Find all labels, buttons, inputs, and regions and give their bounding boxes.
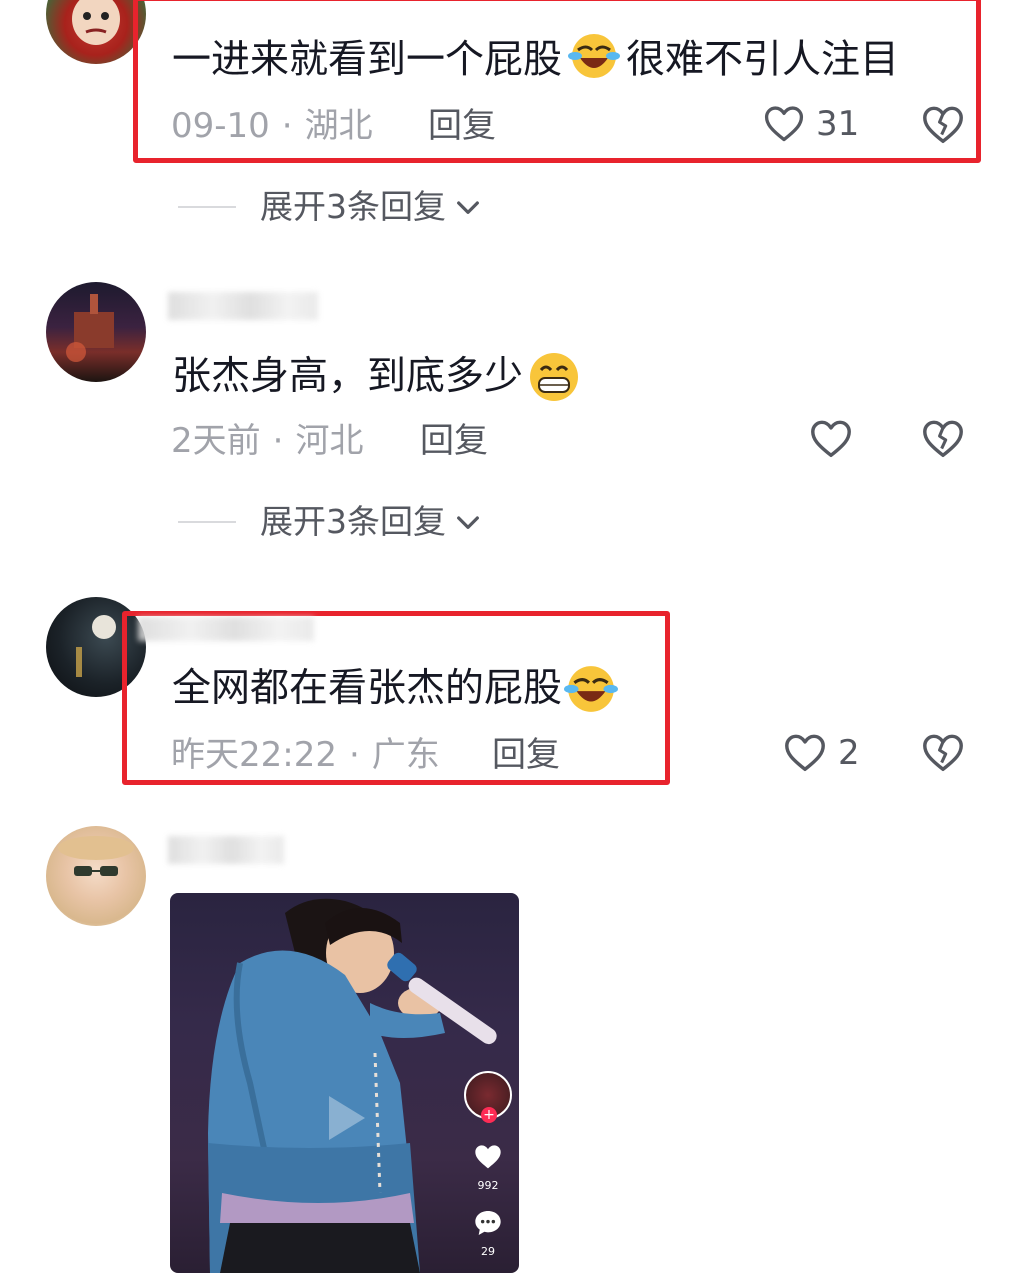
like-button[interactable]: 31 xyxy=(762,102,859,146)
comment-meta: 09-10 · 湖北 xyxy=(171,106,373,146)
reply-button[interactable]: 回复 xyxy=(420,421,488,461)
comment-text: 一进来就看到一个屁股 很难不引人注目 xyxy=(172,32,899,92)
comment-text-part2: 很难不引人注目 xyxy=(626,37,900,83)
heart-outline-icon xyxy=(764,106,804,142)
chevron-down-icon xyxy=(457,516,479,529)
comment-meta: 2天前 · 河北 xyxy=(171,421,364,461)
like-button[interactable] xyxy=(808,416,854,466)
comment-text: 张杰身高，到底多少 xyxy=(172,350,581,404)
dislike-button[interactable] xyxy=(920,102,966,152)
follow-plus-icon[interactable]: + xyxy=(481,1107,497,1123)
username-blurred xyxy=(168,836,284,864)
video-like-count: 992 xyxy=(477,1179,499,1192)
username-blurred xyxy=(168,292,318,320)
avatar[interactable] xyxy=(46,826,146,926)
comment-text-body: 全网都在看张杰的屁股 xyxy=(172,666,563,711)
dislike-button[interactable] xyxy=(920,730,966,780)
like-count: 2 xyxy=(838,733,860,773)
play-icon[interactable] xyxy=(315,1088,375,1152)
avatar-image xyxy=(66,294,114,362)
emoji-laughing-crying-icon xyxy=(568,32,621,92)
heart-outline-icon xyxy=(785,734,825,772)
comment-location: 广东 xyxy=(371,735,440,775)
emoji-laughing-crying-icon xyxy=(564,666,619,712)
heart-outline-icon xyxy=(811,420,851,458)
like-count: 31 xyxy=(816,104,860,144)
video-thumbnail[interactable]: + 992 29 xyxy=(170,893,519,1273)
expand-line xyxy=(178,206,236,208)
broken-heart-icon xyxy=(923,734,963,772)
video-comment-count: 29 xyxy=(481,1245,495,1258)
comment-date: 09-10 xyxy=(171,106,270,146)
broken-heart-icon xyxy=(923,420,963,458)
chevron-down-icon xyxy=(457,201,479,214)
avatar-image xyxy=(58,836,134,876)
avatar-image xyxy=(72,0,120,45)
video-comment-button[interactable]: 29 xyxy=(468,1207,508,1259)
expand-replies[interactable]: 展开3条回复 xyxy=(178,502,484,542)
comment-text-part1: 一进来就看到一个屁股 xyxy=(172,37,563,83)
comment-meta: 昨天22:22 · 广东 xyxy=(171,735,440,775)
expand-replies[interactable]: 展开3条回复 xyxy=(178,187,484,227)
reply-button[interactable]: 回复 xyxy=(492,735,560,775)
like-button[interactable]: 2 xyxy=(782,730,860,776)
avatar[interactable] xyxy=(46,282,146,382)
video-like-button[interactable]: 992 xyxy=(468,1141,508,1193)
dislike-button[interactable] xyxy=(920,416,966,466)
avatar[interactable] xyxy=(46,0,146,64)
comment-location: 河北 xyxy=(295,421,364,461)
comment-location: 湖北 xyxy=(304,106,373,146)
heart-filled-icon xyxy=(475,1145,501,1169)
broken-heart-icon xyxy=(923,106,963,144)
expand-replies-label: 展开3条回复 xyxy=(260,502,446,541)
comment-date: 2天前 xyxy=(171,421,261,461)
comment-bubble-icon xyxy=(475,1211,501,1235)
reply-button[interactable]: 回复 xyxy=(428,106,496,146)
emoji-grinning-icon xyxy=(530,353,579,401)
comment-text: 全网都在看张杰的屁股 xyxy=(172,664,619,714)
comment-date: 昨天22:22 xyxy=(171,735,337,775)
comment-text-body: 张杰身高，到底多少 xyxy=(172,354,524,399)
username-blurred xyxy=(138,617,314,641)
expand-line xyxy=(178,521,236,523)
expand-replies-label: 展开3条回复 xyxy=(260,187,446,226)
